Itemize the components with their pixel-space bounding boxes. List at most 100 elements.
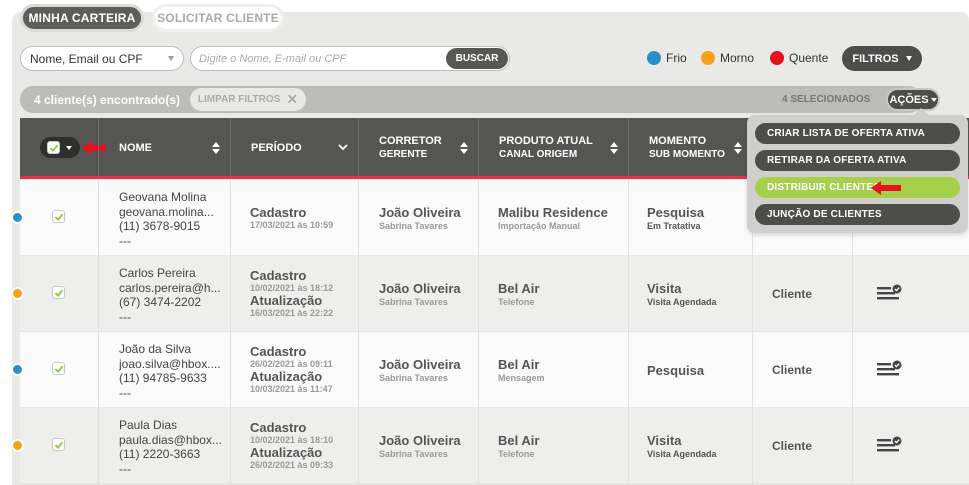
client-name: Carlos Pereira (119, 266, 196, 280)
search-filter-value: Nome, Email ou CPF (30, 51, 143, 66)
select-all-checkbox[interactable] (47, 141, 60, 154)
filters-label: FILTROS (852, 52, 899, 65)
check-icon (49, 144, 59, 152)
client-phone: (67) 3474-2202 (119, 295, 202, 309)
column-nome[interactable]: NOME (98, 118, 230, 178)
cell-nome[interactable]: Geovana Molina geovana.molina... (11) 36… (98, 180, 230, 256)
column-produto[interactable]: PRODUTO ATUAL CANAL ORIGEM (478, 118, 628, 178)
cell-periodo: Cadastro 17/03/2021 às 10:59 (230, 180, 358, 256)
client-email: carlos.pereira@h... (119, 280, 221, 295)
results-count: 4 cliente(s) encontrado(s) (34, 93, 181, 107)
table-row[interactable]: Paula Dias paula.dias@hbox... (11) 2220-… (11, 408, 969, 484)
menu-item-criar-lista[interactable]: CRIAR LISTA DE OFERTA ATIVA (755, 123, 960, 144)
clear-filters-button[interactable]: LIMPAR FILTROS ✕ (190, 88, 306, 111)
cell-nome[interactable]: Paula Dias paula.dias@hbox... (11) 2220-… (98, 408, 230, 484)
table-row[interactable]: Carlos Pereira carlos.pereira@h... (67) … (11, 256, 969, 332)
row-checkbox[interactable] (52, 438, 65, 451)
selected-count: 4 SELECIONADOS (782, 94, 871, 105)
broker-name: João Oliveira (379, 281, 461, 296)
period-label: Cadastro (250, 420, 307, 435)
menu-item-retirar-oferta[interactable]: RETIRAR DA OFERTA ATIVA (755, 150, 960, 171)
actions-button[interactable]: AÇÕES (886, 88, 940, 111)
cell-corretor: João Oliveira Sabrina Tavares (358, 256, 478, 332)
row-checkbox[interactable] (52, 362, 65, 375)
cell-corretor: João Oliveira Sabrina Tavares (358, 332, 478, 408)
warm-dot-icon (701, 51, 715, 65)
row-checkbox[interactable] (52, 210, 65, 223)
cell-acoes (852, 408, 969, 484)
column-corretor[interactable]: CORRETOR GERENTE (358, 118, 478, 178)
client-extra: --- (119, 461, 131, 476)
period-date: 26/02/2021 às 09:33 (250, 460, 334, 470)
hot-dot-icon (770, 51, 784, 65)
list-add-icon[interactable] (877, 436, 903, 454)
submoment: Visita Agendada (647, 449, 717, 459)
moment: Visita (647, 433, 682, 448)
cell-produto: Bel Air Telefone (478, 256, 628, 332)
filters-button[interactable]: FILTROS (842, 46, 922, 71)
column-periodo[interactable]: PERÍODO (230, 118, 358, 178)
row-checkbox[interactable] (52, 286, 65, 299)
column-label: PRODUTO ATUAL (499, 135, 593, 147)
column-label: PERÍODO (251, 142, 302, 154)
table-row[interactable]: João da Silva joao.silva@hbox.... (11) 9… (11, 332, 969, 408)
menu-item-juncao-clientes[interactable]: JUNÇÃO DE CLIENTES (755, 204, 960, 225)
origin-channel: Telefone (498, 297, 535, 307)
period-label: Cadastro (250, 268, 307, 283)
cell-corretor: João Oliveira Sabrina Tavares (358, 180, 478, 256)
period-label: Cadastro (250, 204, 307, 220)
period-date: 17/03/2021 às 10:59 (250, 219, 334, 230)
close-icon: ✕ (286, 91, 299, 107)
client-name: Paula Dias (119, 418, 178, 432)
product-name: Bel Air (498, 281, 540, 296)
sort-icon (460, 142, 468, 154)
submoment: Em Tratativa (647, 221, 701, 231)
cell-periodo: Cadastro 26/02/2021 às 09:11 Atualização… (230, 332, 358, 408)
list-add-icon[interactable] (877, 360, 903, 378)
client-phone: (11) 2220-3663 (119, 447, 201, 461)
cell-nome[interactable]: Carlos Pereira carlos.pereira@h... (67) … (98, 256, 230, 332)
select-all-dropdown[interactable] (40, 137, 80, 158)
cold-dot-icon (647, 51, 661, 65)
chevron-down-icon (338, 144, 348, 151)
menu-item-distribuir-clientes[interactable]: DISTRIBUIR CLIENTES (755, 177, 960, 198)
client-extra: --- (119, 385, 131, 400)
period-label: Atualização (250, 293, 323, 308)
manager-name: Sabrina Tavares (379, 221, 448, 231)
product-name: Malibu Residence (498, 205, 608, 220)
cell-tipo: Cliente (752, 332, 852, 408)
cell-periodo: Cadastro 10/02/2021 às 18:10 Atualização… (230, 408, 358, 484)
legend-frio: Frio (647, 49, 687, 67)
search-filter-select[interactable]: Nome, Email ou CPF (20, 46, 184, 71)
client-type: Cliente (772, 439, 813, 453)
manager-name: Sabrina Tavares (379, 449, 448, 459)
search-input[interactable] (199, 50, 449, 67)
broker-name: João Oliveira (379, 433, 461, 448)
origin-channel: Telefone (498, 449, 535, 459)
origin-channel: Importação Manual (498, 221, 581, 231)
column-momento[interactable]: MOMENTO SUB MOMENTO (628, 118, 752, 178)
check-icon (54, 365, 64, 373)
cell-produto: Malibu Residence Importação Manual (478, 180, 628, 256)
check-icon (54, 441, 64, 449)
column-sublabel: CANAL ORIGEM (499, 149, 578, 160)
period-label: Atualização (250, 369, 323, 384)
client-extra: --- (119, 309, 131, 324)
actions-label: AÇÕES (889, 93, 929, 106)
sort-icon (734, 142, 742, 154)
search-button[interactable]: BUSCAR (446, 48, 508, 69)
client-type: Cliente (772, 363, 813, 377)
tab-solicitar-cliente[interactable]: SOLICITAR CLIENTE (152, 4, 284, 32)
cell-corretor: João Oliveira Sabrina Tavares (358, 408, 478, 484)
client-type: Cliente (772, 287, 813, 301)
red-arrow-icon (871, 181, 901, 195)
tab-minha-carteira[interactable]: MINHA CARTEIRA (20, 4, 144, 32)
moment: Pesquisa (647, 362, 705, 378)
origin-channel: Mensagem (498, 373, 545, 383)
list-add-icon[interactable] (877, 284, 903, 302)
client-phone: (11) 94785-9633 (119, 371, 207, 385)
cell-nome[interactable]: João da Silva joao.silva@hbox.... (11) 9… (98, 332, 230, 408)
column-label: MOMENTO (649, 135, 707, 147)
sort-icon (610, 142, 618, 154)
search-box: BUSCAR (190, 46, 510, 71)
